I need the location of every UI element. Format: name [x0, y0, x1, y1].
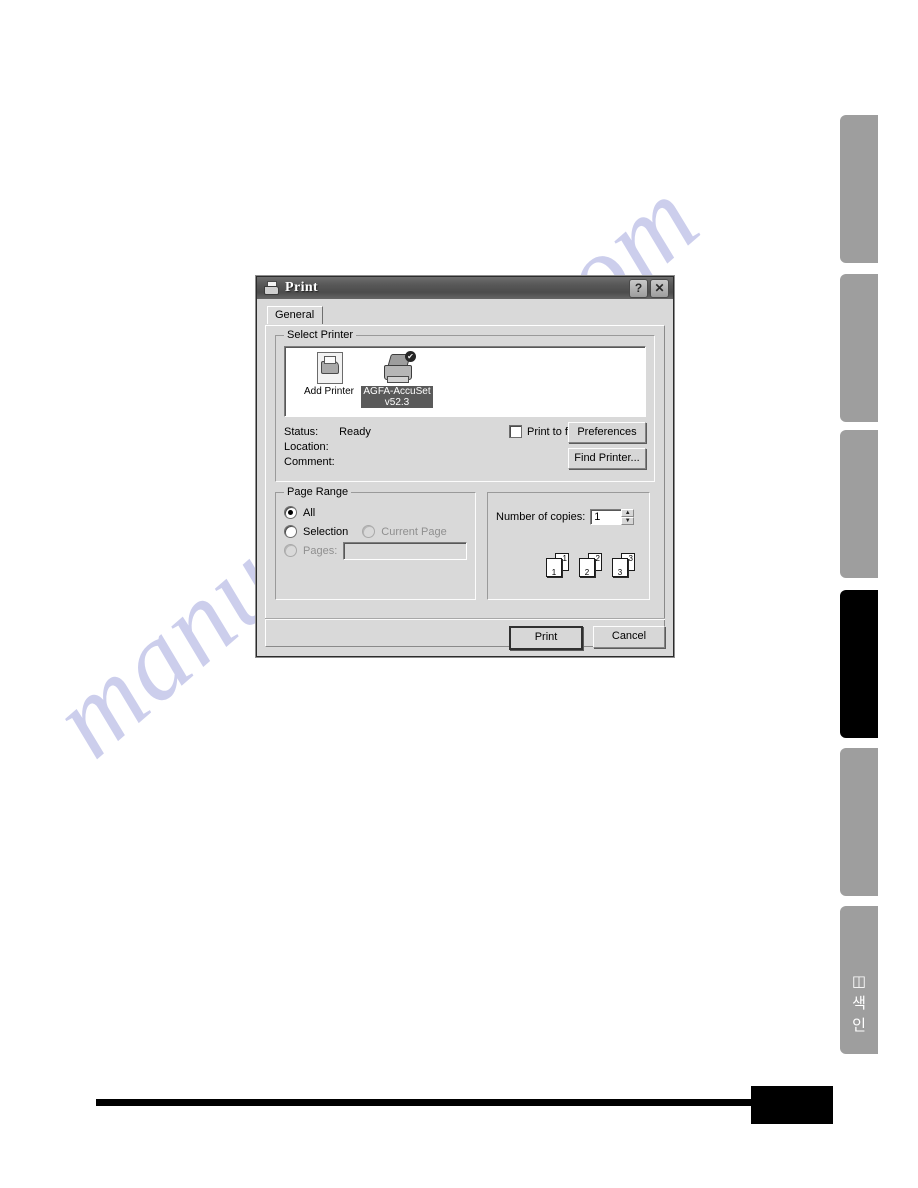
number-of-copies-row: Number of copies: 1 ▲ ▼ — [496, 509, 635, 525]
printer-list[interactable]: Add Printer ✔ AGFA-AccuSet v52.3 — [284, 346, 646, 417]
page-range-group: Page Range All Selection Current Page Pa… — [275, 486, 476, 600]
side-tab-index-glyphs: ◫ 색 인 — [851, 972, 867, 1034]
number-of-copies-input[interactable]: 1 — [590, 509, 622, 525]
select-printer-label: Select Printer — [284, 329, 357, 341]
print-dialog: Print ? ✕ General Select Printer Add Pri… — [256, 276, 674, 657]
comment-label: Comment: — [284, 456, 335, 468]
side-tab-1[interactable] — [840, 115, 878, 263]
radio-icon — [362, 525, 376, 538]
tab-general[interactable]: General — [267, 306, 324, 324]
collate-front-page: 2 — [579, 558, 595, 577]
side-tab-6-index[interactable]: ◫ 색 인 — [840, 906, 878, 1054]
number-of-copies-label: Number of copies: — [496, 511, 586, 523]
select-printer-group: Select Printer Add Printer ✔ AGFA-AccuSe… — [275, 329, 655, 482]
printer-label-selected: AGFA-AccuSet v52.3 — [361, 386, 433, 408]
add-printer-icon — [309, 351, 349, 385]
printer-icon: ✔ — [377, 351, 417, 385]
copies-group: Number of copies: 1 ▲ ▼ 1 1 2 2 3 3 — [487, 492, 650, 600]
dialog-titlebar[interactable]: Print ? ✕ — [257, 277, 673, 299]
location-label: Location: — [284, 441, 329, 453]
dialog-footer: Print Cancel — [265, 626, 665, 650]
printer-label: Add Printer — [303, 386, 355, 397]
collate-page-2: 2 2 — [579, 553, 605, 578]
radio-current-page-label: Current Page — [381, 525, 447, 538]
collate-front-page: 1 — [546, 558, 562, 577]
footer-separator — [265, 618, 665, 620]
dialog-body: General Select Printer Add Printer ✔ AGF… — [257, 299, 673, 656]
radio-current-page: Current Page — [362, 525, 447, 538]
lower-section: Page Range All Selection Current Page Pa… — [275, 486, 655, 600]
side-tab-2[interactable] — [840, 274, 878, 422]
stepper-up-icon[interactable]: ▲ — [621, 509, 635, 517]
tabstrip: General — [265, 306, 665, 325]
side-index-tabs: ◫ 색 인 — [840, 0, 878, 1188]
tab-panel-general: Select Printer Add Printer ✔ AGFA-AccuSe… — [265, 325, 665, 647]
radio-all-label: All — [303, 506, 316, 519]
printer-icon — [263, 281, 279, 295]
help-icon[interactable]: ? — [629, 279, 648, 298]
side-tab-5[interactable] — [840, 748, 878, 896]
status-label: Status: — [284, 426, 319, 438]
radio-icon — [284, 544, 297, 557]
printer-info: Status: Ready Location: Comment: Print t… — [284, 422, 646, 475]
page-range-label: Page Range — [284, 486, 352, 498]
radio-row-selection-currentpage: Selection Current Page — [284, 522, 467, 541]
collate-preview: 1 1 2 2 3 3 — [546, 553, 638, 578]
side-tab-4-active[interactable] — [840, 590, 878, 738]
default-printer-check-icon: ✔ — [405, 351, 416, 362]
printer-item-agfa-accuset[interactable]: ✔ AGFA-AccuSet v52.3 — [359, 351, 435, 408]
print-button[interactable]: Print — [509, 626, 583, 650]
find-printer-button[interactable]: Find Printer... — [568, 448, 646, 469]
footer-page-box — [751, 1086, 833, 1124]
printer-item-add-printer[interactable]: Add Printer — [291, 351, 367, 397]
radio-icon[interactable] — [284, 506, 297, 519]
pages-input — [343, 541, 467, 560]
radio-icon[interactable] — [284, 525, 297, 538]
preferences-button[interactable]: Preferences — [568, 422, 646, 443]
checkbox-icon[interactable] — [509, 425, 522, 438]
radio-all[interactable]: All — [284, 503, 467, 522]
titlebar-buttons: ? ✕ — [629, 279, 669, 298]
radio-pages-label: Pages: — [303, 544, 338, 557]
dialog-title: Print — [285, 280, 319, 295]
stepper-down-icon[interactable]: ▼ — [621, 517, 635, 525]
radio-selection-label[interactable]: Selection — [303, 526, 348, 538]
collate-page-1: 1 1 — [546, 553, 572, 578]
cancel-button[interactable]: Cancel — [593, 626, 665, 648]
close-icon[interactable]: ✕ — [650, 279, 669, 298]
footer-rule — [96, 1099, 756, 1106]
side-tab-3[interactable] — [840, 430, 878, 578]
collate-front-page: 3 — [612, 558, 628, 577]
radio-pages: Pages: — [284, 541, 467, 560]
collate-page-3: 3 3 — [612, 553, 638, 578]
copies-stepper[interactable]: ▲ ▼ — [621, 509, 635, 525]
status-value: Ready — [339, 426, 371, 438]
